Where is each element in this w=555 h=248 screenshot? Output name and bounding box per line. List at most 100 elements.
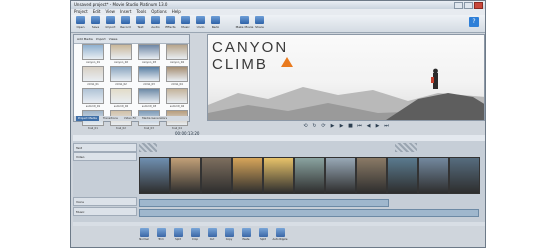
voice-audio-clip[interactable] [139,199,389,207]
track-header-voice[interactable]: Voice [73,197,137,206]
title-bar: Unsaved project* - Movie Studio Platinum… [71,1,485,9]
track-header-video[interactable]: Video [73,152,137,161]
make-movie-icon [240,16,249,24]
tab-media-generators[interactable]: Media Generators [140,116,169,121]
toolbar-redo-button[interactable]: Redo [209,15,222,29]
toolbar-audio-button[interactable]: Audio [149,15,162,29]
paste-button[interactable]: Paste [239,226,253,247]
video-clip[interactable] [232,157,263,194]
text-clip[interactable] [139,143,157,152]
video-clip[interactable] [170,157,201,194]
thumbnail-caption: summit_04 [169,105,185,108]
media-thumbnail[interactable]: climb_02 [110,66,132,86]
toolbar-open-button[interactable]: Open [74,15,87,29]
normal-tool-button[interactable]: Normal [137,226,151,247]
toolbar-save-button[interactable]: Save [89,15,102,29]
video-clip[interactable] [139,157,170,194]
toolbar-make-movie-button[interactable]: Make Movie [236,15,253,29]
media-thumbnail[interactable]: canyon_03 [138,44,160,64]
media-thumbnail[interactable]: summit_02 [110,88,132,108]
fx-icon [166,16,175,24]
play-from-start-button[interactable]: ▶ [330,123,336,130]
thumbnail-caption: canyon_01 [85,61,101,64]
go-to-end-button[interactable]: ⏭ [384,123,390,130]
redo-icon [211,16,220,24]
thumbnail-caption: summit_02 [113,105,129,108]
media-thumbnail[interactable]: canyon_04 [166,44,188,64]
transport-controls: ⟲ ↻ ⟳ ▶ ▶ ■ ⏮ ◀ ▶ ⏭ [207,122,485,131]
rewind-button[interactable]: ↻ [312,123,318,130]
refresh-button[interactable]: ⟳ [321,123,327,130]
thumbnail-image [82,44,104,60]
maximize-button[interactable] [464,2,473,9]
media-thumbnail[interactable]: climb_01 [82,66,104,86]
window-controls [454,2,483,9]
text-clip[interactable] [395,143,417,152]
tab-project-media[interactable]: Project Media [76,116,99,121]
music-audio-clip[interactable] [139,209,479,217]
views-button[interactable]: Views [109,35,118,43]
toolbar-effects-button[interactable]: Effects [164,15,177,29]
thumbnail-caption: canyon_02 [113,61,129,64]
auto-ripple-button[interactable]: Auto Ripple [273,226,288,247]
toolbar-share-button[interactable]: Share [253,15,266,29]
paste-icon [241,228,251,237]
video-clip[interactable] [201,157,232,194]
cut-button[interactable]: Cut [205,226,219,247]
library-tabs: Project Media Transitions Video FX Media… [74,116,189,121]
go-to-start-button[interactable]: ⏮ [357,123,363,130]
media-thumbnail[interactable]: summit_04 [166,88,188,108]
thumbnail-caption: summit_03 [141,105,157,108]
split-button[interactable]: Split [256,226,270,247]
copy-button[interactable]: Copy [222,226,236,247]
main-toolbar: Open Save Import Record Text Audio Effec… [71,15,485,33]
previous-frame-button[interactable]: ◀ [366,123,372,130]
toolbar-music-button[interactable]: Music [179,15,192,29]
media-thumbnail[interactable]: summit_03 [138,88,160,108]
thumbnail-caption: climb_04 [171,83,183,86]
video-clip[interactable] [263,157,294,194]
thumbnail-caption: summit_01 [85,105,101,108]
video-clip[interactable] [449,157,480,194]
video-clip[interactable] [418,157,449,194]
crop-tool-button[interactable]: Crop [188,226,202,247]
track-header-text[interactable]: Text [73,143,137,152]
next-frame-button[interactable]: ▶ [375,123,381,130]
help-button[interactable]: ? [469,17,479,27]
trim-tool-button[interactable]: Trim [154,226,168,247]
toolbar-undo-button[interactable]: Undo [194,15,207,29]
video-clip[interactable] [387,157,418,194]
thumbnail-image [110,44,132,60]
toolbar-import-button[interactable]: Import [104,15,117,29]
video-clip[interactable] [356,157,387,194]
copy-icon [224,228,234,237]
media-library-panel: Add Media Import Views canyon_01 canyon_0… [73,34,190,130]
add-media-button[interactable]: Add Media [77,35,93,43]
media-thumbnail[interactable]: climb_04 [166,66,188,86]
close-button[interactable] [474,2,483,9]
toolbar-text-button[interactable]: Text [134,15,147,29]
video-clip[interactable] [294,157,325,194]
tab-transitions[interactable]: Transitions [101,116,120,121]
split-tool-button[interactable]: Split [171,226,185,247]
media-thumbnail[interactable]: canyon_02 [110,44,132,64]
thumbnail-image [166,66,188,82]
loop-button[interactable]: ⟲ [303,123,309,130]
media-thumbnail[interactable]: summit_01 [82,88,104,108]
media-thumbnail[interactable]: canyon_01 [82,44,104,64]
thumbnail-caption: climb_03 [143,83,155,86]
thumbnail-caption: trail_02 [116,127,126,130]
thumbnail-image [110,88,132,104]
import-media-button[interactable]: Import [96,35,106,43]
crop-icon [190,228,200,237]
play-button[interactable]: ▶ [339,123,345,130]
trim-icon [156,228,166,237]
track-header-music[interactable]: Music [73,207,137,216]
app-window: Unsaved project* - Movie Studio Platinum… [70,0,486,248]
tab-video-fx[interactable]: Video FX [122,116,138,121]
toolbar-record-button[interactable]: Record [119,15,132,29]
video-clip[interactable] [325,157,356,194]
media-thumbnail[interactable]: climb_03 [138,66,160,86]
minimize-button[interactable] [454,2,463,9]
stop-button[interactable]: ■ [348,123,354,130]
